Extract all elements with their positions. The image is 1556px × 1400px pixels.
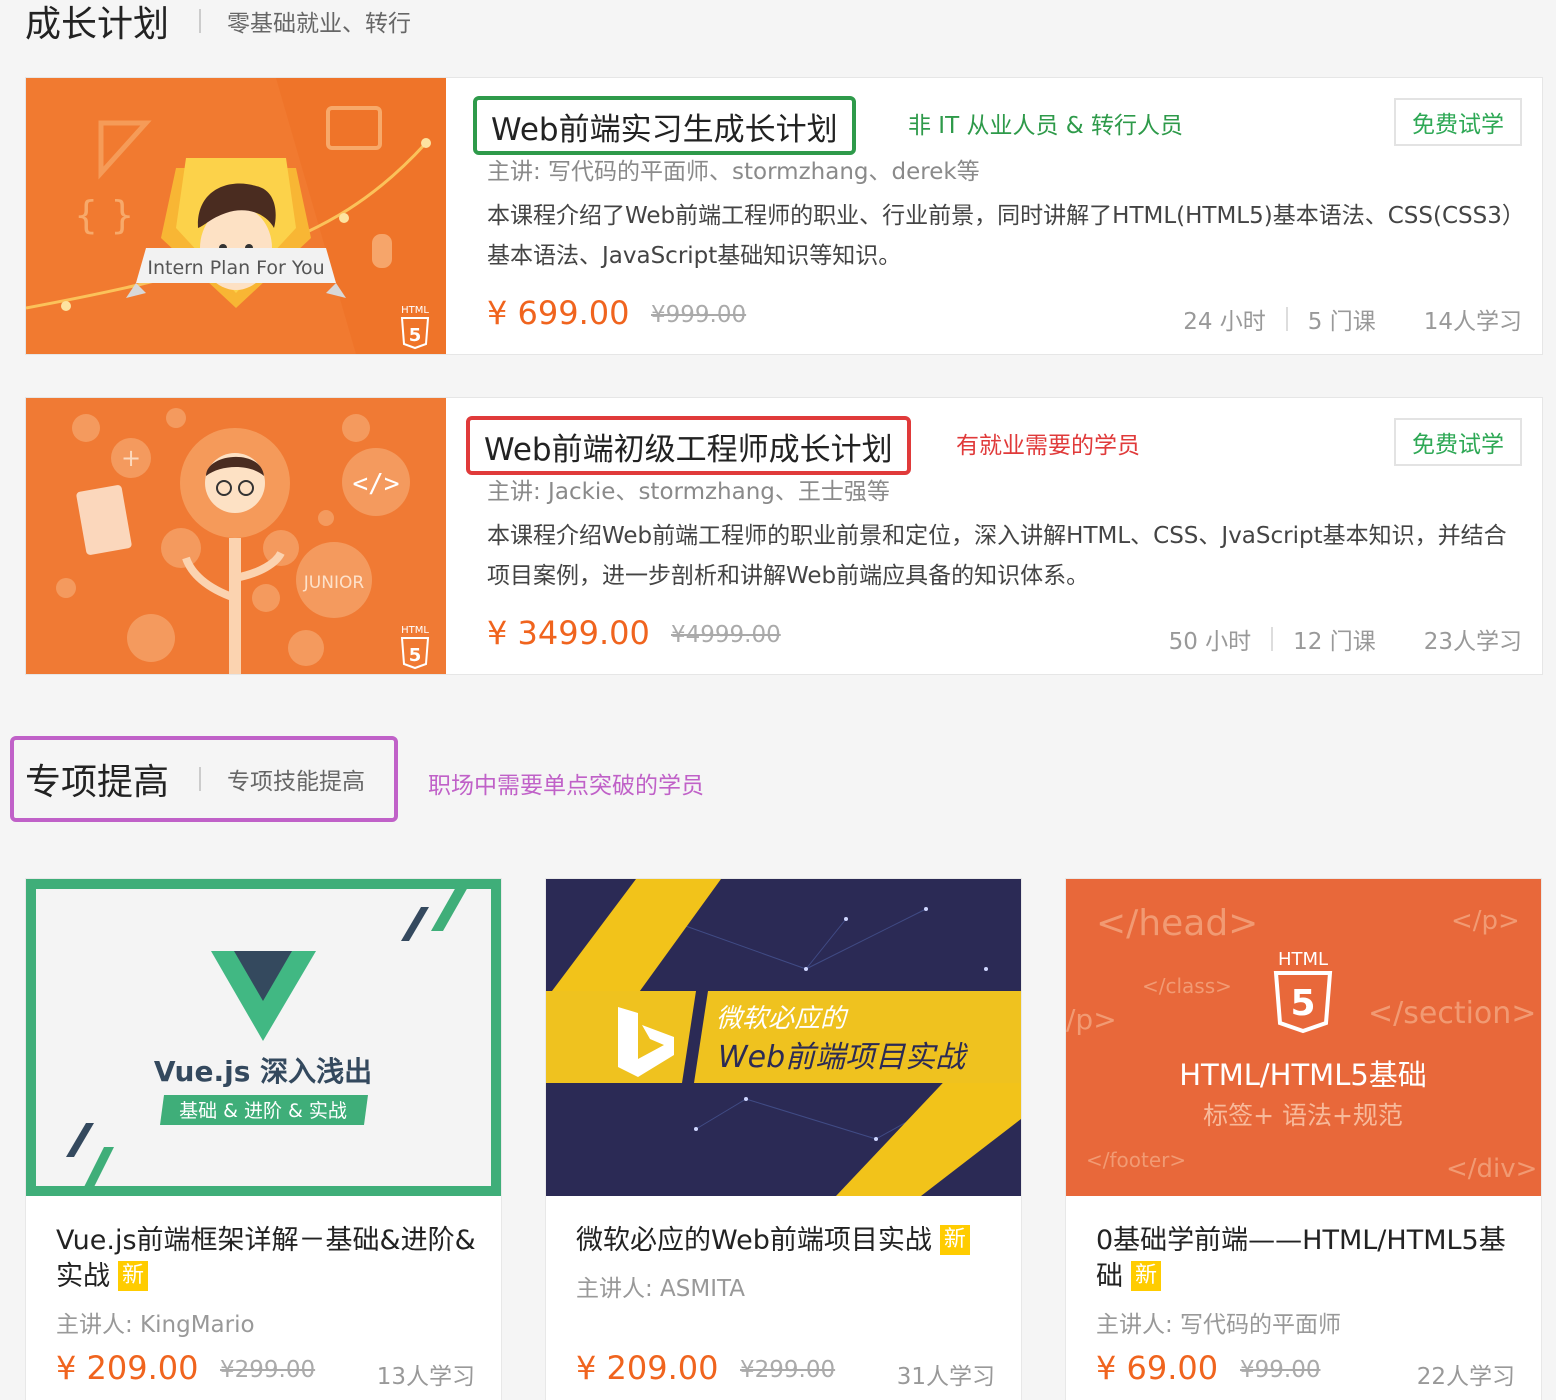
- plan-price: ¥ 699.00: [487, 294, 630, 332]
- plan-audience-note: 有就业需要的学员: [956, 433, 1140, 459]
- course-price: ¥ 69.00: [1096, 1349, 1219, 1387]
- course-cover-image[interactable]: 微软必应的 Web前端项目实战: [546, 879, 1021, 1196]
- svg-text:</head>: </head>: [1096, 903, 1258, 944]
- plan-description: 本课程介绍了Web前端工程师的职业、行业前景，同时讲解了HTML(HTML5)基…: [487, 203, 1514, 269]
- plan-title-highlight: Web前端初级工程师成长计划: [466, 416, 911, 475]
- course-price: ¥ 209.00: [56, 1349, 199, 1387]
- svg-text:{ }: { }: [74, 193, 134, 237]
- new-badge: 新: [939, 1225, 970, 1255]
- svg-text:5: 5: [409, 645, 422, 666]
- course-cover-line1: 微软必应的: [716, 1004, 849, 1034]
- svg-text:</section>: </section>: [1368, 996, 1536, 1031]
- course-original-price: ¥299.00: [220, 1357, 316, 1383]
- course-students: 13人学习: [376, 1364, 475, 1390]
- growth-section-title: 成长计划: [25, 4, 170, 45]
- plan-audience-note: 非 IT 从业人员 & 转行人员: [908, 113, 1184, 139]
- free-trial-button[interactable]: 免费试学: [1394, 98, 1522, 146]
- special-section-note: 职场中需要单点突破的学员: [428, 773, 704, 799]
- plan-cover-image[interactable]: + </> JUNIOR HTML 5: [26, 398, 446, 674]
- course-title-text[interactable]: 微软必应的Web前端项目实战: [576, 1225, 932, 1256]
- plan-cover-image[interactable]: { } Intern Plan For You HTML 5: [26, 78, 446, 354]
- course-card-html5[interactable]: </head> </p> </class> </section> /p> </f…: [1065, 878, 1542, 1400]
- course-students: 22人学习: [1416, 1364, 1515, 1390]
- svg-text:</p>: </p>: [1451, 906, 1520, 936]
- svg-text:5: 5: [409, 325, 422, 346]
- plan-teacher: 主讲: 写代码的平面师、stormzhang、derek等: [487, 159, 980, 185]
- svg-text:+: +: [121, 444, 141, 472]
- course-title[interactable]: Vue.js前端框架详解－基础&进阶&实战新: [56, 1223, 486, 1295]
- growth-section-header: 成长计划 零基础就业、转行: [25, 0, 412, 45]
- divider: [199, 767, 202, 791]
- growth-section-subtitle: 零基础就业、转行: [227, 11, 412, 37]
- plan-cover-caption: Intern Plan For You: [147, 257, 324, 279]
- plan-title[interactable]: Web前端初级工程师成长计划: [484, 432, 893, 468]
- course-cover-image[interactable]: </head> </p> </class> </section> /p> </f…: [1066, 879, 1541, 1196]
- svg-text:</>: </>: [353, 469, 400, 499]
- course-teacher: 主讲人: KingMario: [56, 1312, 255, 1338]
- special-section-header: 专项提高 专项技能提高: [25, 758, 366, 803]
- new-badge: 新: [1131, 1261, 1162, 1291]
- course-cover-subtitle: 标签+ 语法+规范: [1203, 1101, 1403, 1130]
- course-cover-image[interactable]: Vue.js 深入浅出 基础 & 进阶 & 实战: [26, 879, 501, 1196]
- svg-text:5: 5: [1290, 983, 1315, 1024]
- course-cover-illustration: Vue.js 深入浅出 基础 & 进阶 & 实战: [26, 879, 501, 1196]
- plan-teacher: 主讲: Jackie、stormzhang、王士强等: [487, 479, 890, 505]
- course-teacher: 主讲人: 写代码的平面师: [1096, 1312, 1342, 1338]
- plan-meta: 50 小时 12 门课 23人学习: [1169, 622, 1522, 656]
- divider: [1271, 627, 1274, 651]
- course-students: 31人学习: [896, 1364, 995, 1390]
- plan-description: 本课程介绍Web前端工程师的职业前景和定位，深入讲解HTML、CSS、JvaSc…: [487, 523, 1507, 589]
- course-price: ¥ 209.00: [576, 1349, 719, 1387]
- plan-price: ¥ 3499.00: [487, 614, 650, 652]
- course-cover-title: Vue.js 深入浅出: [154, 1055, 372, 1088]
- plan-card-junior[interactable]: + </> JUNIOR HTML 5 Web前端初级工程师成长计划 有就业需要…: [25, 397, 1543, 675]
- course-title[interactable]: 0基础学前端——HTML/HTML5基础新: [1096, 1223, 1526, 1295]
- plan-cover-caption: JUNIOR: [303, 573, 365, 593]
- course-cover-line2: Web前端项目实战: [718, 1040, 968, 1075]
- plan-lessons: 12 门课: [1293, 629, 1376, 655]
- course-card-bing[interactable]: 微软必应的 Web前端项目实战 微软必应的Web前端项目实战新 主讲人: ASM…: [545, 878, 1022, 1400]
- course-cover-illustration: 微软必应的 Web前端项目实战: [546, 879, 1021, 1196]
- plan-original-price: ¥999.00: [651, 302, 747, 328]
- course-cover-title: HTML/HTML5基础: [1179, 1058, 1427, 1092]
- plan-cover-illustration: { } Intern Plan For You HTML 5: [26, 78, 446, 354]
- special-section-title: 专项提高: [25, 762, 170, 803]
- svg-text:/p>: /p>: [1066, 1003, 1117, 1036]
- plan-title[interactable]: Web前端实习生成长计划: [491, 112, 838, 148]
- new-badge: 新: [118, 1261, 149, 1291]
- html5-badge-label: HTML: [1278, 949, 1328, 970]
- course-cover-subtitle: 基础 & 进阶 & 实战: [179, 1100, 347, 1122]
- html5-badge-label: HTML: [401, 305, 429, 316]
- plan-original-price: ¥4999.00: [671, 622, 781, 648]
- course-cover-illustration: </head> </p> </class> </section> /p> </f…: [1066, 879, 1541, 1196]
- svg-text:</div>: </div>: [1446, 1154, 1537, 1184]
- plan-hours: 24 小时: [1183, 309, 1266, 335]
- plan-students: 23人学习: [1423, 629, 1522, 655]
- divider: [199, 9, 202, 33]
- plan-title-highlight: Web前端实习生成长计划: [473, 96, 856, 155]
- plan-students: 14人学习: [1423, 309, 1522, 335]
- special-section-subtitle: 专项技能提高: [227, 769, 366, 795]
- plan-cover-illustration: + </> JUNIOR HTML 5: [26, 398, 446, 674]
- plan-hours: 50 小时: [1168, 629, 1252, 655]
- svg-text:</class>: </class>: [1142, 974, 1232, 998]
- plan-lessons: 5 门课: [1307, 309, 1376, 335]
- free-trial-button[interactable]: 免费试学: [1394, 418, 1522, 466]
- course-original-price: ¥299.00: [740, 1357, 836, 1383]
- html5-badge-label: HTML: [401, 625, 429, 636]
- svg-text:</footer>: </footer>: [1086, 1148, 1186, 1172]
- course-original-price: ¥99.00: [1240, 1357, 1321, 1383]
- course-title[interactable]: 微软必应的Web前端项目实战新: [576, 1223, 1006, 1259]
- course-card-vue[interactable]: Vue.js 深入浅出 基础 & 进阶 & 实战 Vue.js前端框架详解－基础…: [25, 878, 502, 1400]
- plan-meta: 24 小时 5 门课 14人学习: [1183, 302, 1522, 336]
- plan-card-intern[interactable]: { } Intern Plan For You HTML 5 Web前端实习生成…: [25, 77, 1543, 355]
- divider: [1285, 307, 1288, 331]
- course-teacher: 主讲人: ASMITA: [576, 1276, 746, 1302]
